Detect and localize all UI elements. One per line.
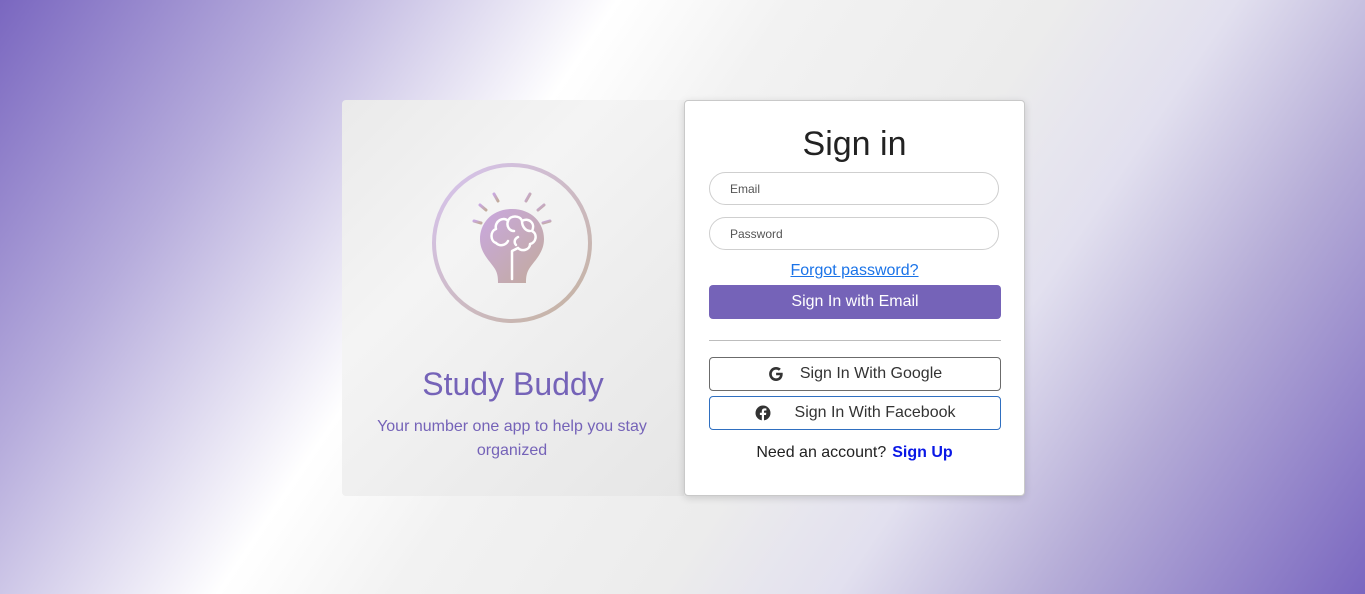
divider [709, 340, 1001, 341]
google-button-label: Sign In With Google [799, 365, 943, 382]
google-icon [768, 367, 783, 381]
sign-in-facebook-button[interactable]: Sign In With Facebook [709, 396, 1001, 430]
facebook-icon [755, 405, 771, 421]
email-field[interactable] [709, 172, 999, 205]
signup-row: Need an account? Sign Up [685, 444, 1024, 462]
facebook-button-label: Sign In With Facebook [794, 404, 956, 421]
app-tagline: Your number one app to help you stay org… [377, 418, 647, 459]
lightbulb-brain-icon [432, 163, 592, 323]
signin-title: Sign in [802, 125, 907, 163]
brand-panel: Study Buddy Your number one app to help … [342, 100, 684, 496]
sign-in-email-button[interactable]: Sign In with Email [709, 285, 1001, 319]
sign-up-link[interactable]: Sign Up [892, 444, 952, 461]
forgot-password-link[interactable]: Forgot password? [685, 262, 1024, 280]
signup-prompt: Need an account? [756, 444, 887, 461]
sign-in-google-button[interactable]: Sign In With Google [709, 357, 1001, 391]
password-field[interactable] [709, 217, 999, 250]
signin-card: Sign in Forgot password? Sign In with Em… [684, 100, 1025, 496]
app-name: Study Buddy [422, 366, 604, 402]
